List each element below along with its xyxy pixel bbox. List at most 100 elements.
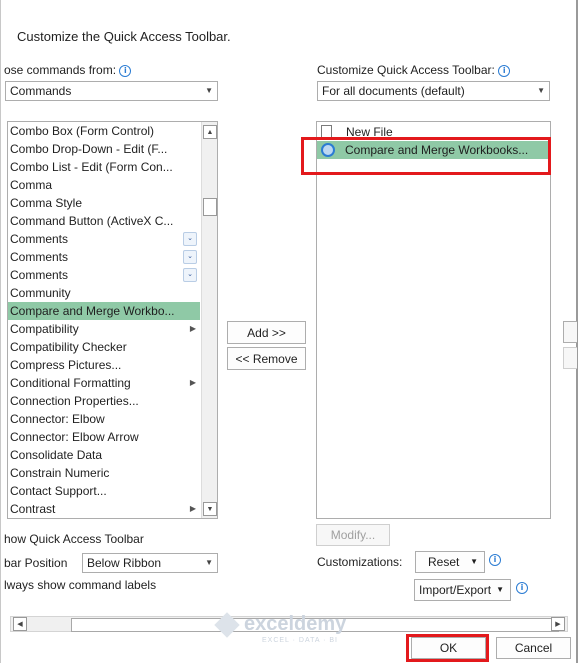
info-icon[interactable]: i: [119, 65, 132, 77]
command-list-item[interactable]: Compatibility Checker: [8, 338, 200, 356]
command-list-item[interactable]: Comments ⌄: [8, 248, 200, 266]
move-up-button[interactable]: [563, 321, 577, 343]
submenu-arrow-icon: ▶: [189, 504, 196, 513]
command-label: Combo Drop-Down - Edit (F...: [10, 142, 168, 156]
choose-commands-value: Commands: [10, 84, 72, 98]
command-list-item[interactable]: Command Button (ActiveX C...: [8, 212, 200, 230]
customize-qat-label: Customize Quick Access Toolbar: i: [317, 63, 511, 77]
command-list-item[interactable]: Comments ⌄: [8, 230, 200, 248]
add-button[interactable]: Add >>: [227, 321, 306, 344]
toolbar-position-label: bar Position: [4, 556, 68, 570]
command-label: Command Button (ActiveX C...: [10, 214, 174, 228]
ok-button-label: OK: [439, 641, 458, 655]
command-label: Consolidate Data: [10, 448, 103, 462]
info-icon[interactable]: i: [516, 582, 528, 594]
command-list-item[interactable]: Connector: Elbow: [8, 410, 200, 428]
command-label: Comments: [10, 268, 69, 282]
expand-gallery-icon: ⌄: [183, 250, 197, 264]
compare-merge-icon: [321, 143, 335, 157]
dialog-left-edge: [0, 0, 1, 663]
always-show-labels-text: lways show command labels: [4, 578, 157, 592]
command-list-item[interactable]: Comma Style: [8, 194, 200, 212]
scroll-right-icon[interactable]: ▶: [551, 617, 565, 631]
qat-item-label: New File: [346, 125, 393, 139]
import-export-button[interactable]: Import/Export ▼: [414, 579, 511, 601]
command-list-item[interactable]: Contrast ▶: [8, 500, 200, 518]
qat-item-new-file[interactable]: New File: [317, 123, 550, 141]
command-list-item[interactable]: Contact Support...: [8, 482, 200, 500]
watermark-brand: exceldemy: [244, 613, 347, 635]
info-icon[interactable]: i: [498, 65, 511, 77]
command-label: Compress Pictures...: [10, 358, 122, 372]
qat-item-label: Compare and Merge Workbooks...: [345, 143, 529, 157]
commands-list-scrollbar[interactable]: ▲ ▼: [201, 122, 217, 518]
submenu-arrow-icon: ▶: [189, 324, 196, 333]
command-list-item[interactable]: Compatibility ▶: [8, 320, 200, 338]
customize-qat-label-text: Customize Quick Access Toolbar:: [317, 63, 495, 77]
command-list-item[interactable]: Compare and Merge Workbo...: [8, 302, 200, 320]
new-file-icon: [321, 125, 332, 138]
watermark: exceldemy EXCEL · DATA · BI: [214, 612, 347, 644]
chevron-down-icon: ▼: [205, 558, 213, 567]
command-label: Constrain Numeric: [10, 466, 110, 480]
chevron-down-icon: ▼: [470, 557, 478, 566]
command-label: Connector: Elbow Arrow: [10, 430, 139, 444]
command-list-item[interactable]: Conditional Formatting ▶: [8, 374, 200, 392]
command-list-item[interactable]: Community: [8, 284, 200, 302]
reset-button[interactable]: Reset ▼: [415, 551, 485, 573]
command-list-item[interactable]: Combo List - Edit (Form Con...: [8, 158, 200, 176]
command-label: Compare and Merge Workbo...: [10, 304, 175, 318]
command-list-item[interactable]: Comments ⌄: [8, 266, 200, 284]
scroll-left-icon[interactable]: ◀: [13, 617, 27, 631]
ok-button[interactable]: OK: [411, 637, 486, 659]
chevron-down-icon: ▼: [537, 86, 545, 95]
command-label: Connector: Elbow: [10, 412, 105, 426]
command-label: Comma Style: [10, 196, 83, 210]
always-show-labels-option[interactable]: lways show command labels: [4, 578, 156, 592]
chevron-down-icon: ▼: [205, 86, 213, 95]
choose-commands-dropdown[interactable]: Commands ▼: [5, 81, 218, 101]
dialog-heading: Customize the Quick Access Toolbar.: [17, 29, 231, 44]
qat-list[interactable]: New File Compare and Merge Workbooks...: [316, 121, 551, 519]
commands-list[interactable]: Combo Box (Form Control) Combo Drop-Down …: [7, 121, 218, 519]
toolbar-position-dropdown[interactable]: Below Ribbon ▼: [82, 553, 218, 573]
show-qat-option[interactable]: how Quick Access Toolbar: [4, 532, 144, 546]
command-label: Comments: [10, 250, 69, 264]
command-label: Community: [10, 286, 71, 300]
command-list-item[interactable]: Constrain Numeric: [8, 464, 200, 482]
command-list-item[interactable]: Connector: Elbow Arrow: [8, 428, 200, 446]
scroll-up-icon[interactable]: ▲: [203, 125, 217, 139]
remove-button-label: << Remove: [235, 352, 298, 366]
command-list-item[interactable]: Combo Drop-Down - Edit (F...: [8, 140, 200, 158]
modify-button-label: Modify...: [330, 528, 376, 542]
command-label: Comma: [10, 178, 53, 192]
command-label: Comments: [10, 232, 69, 246]
modify-button[interactable]: Modify...: [316, 524, 390, 546]
qat-item-compare-merge[interactable]: Compare and Merge Workbooks...: [317, 141, 550, 159]
choose-commands-label-text: ose commands from:: [4, 63, 117, 77]
cancel-button[interactable]: Cancel: [496, 637, 571, 659]
command-label: Compatibility Checker: [10, 340, 127, 354]
info-icon[interactable]: i: [489, 554, 501, 566]
command-label: Contrast: [10, 502, 56, 516]
toolbar-position-value: Below Ribbon: [87, 556, 162, 570]
command-label: Compatibility: [10, 322, 79, 336]
scroll-down-icon[interactable]: ▼: [203, 502, 217, 516]
command-list-item[interactable]: Consolidate Data: [8, 446, 200, 464]
scroll-thumb[interactable]: [203, 198, 217, 216]
command-label: Connection Properties...: [10, 394, 139, 408]
move-down-button[interactable]: [563, 347, 577, 369]
command-list-item[interactable]: Combo Box (Form Control): [8, 122, 200, 140]
remove-button[interactable]: << Remove: [227, 347, 306, 370]
expand-gallery-icon: ⌄: [183, 268, 197, 282]
scope-value: For all documents (default): [322, 84, 465, 98]
command-list-item[interactable]: Comma: [8, 176, 200, 194]
watermark-tagline: EXCEL · DATA · BI: [262, 637, 338, 644]
command-list-item[interactable]: Connection Properties...: [8, 392, 200, 410]
command-list-item[interactable]: Compress Pictures...: [8, 356, 200, 374]
watermark-logo-icon: [214, 612, 240, 638]
choose-commands-label: ose commands from: i: [4, 63, 132, 77]
scope-dropdown[interactable]: For all documents (default) ▼: [317, 81, 550, 101]
command-label: Contact Support...: [10, 484, 107, 498]
cancel-button-label: Cancel: [514, 641, 553, 655]
